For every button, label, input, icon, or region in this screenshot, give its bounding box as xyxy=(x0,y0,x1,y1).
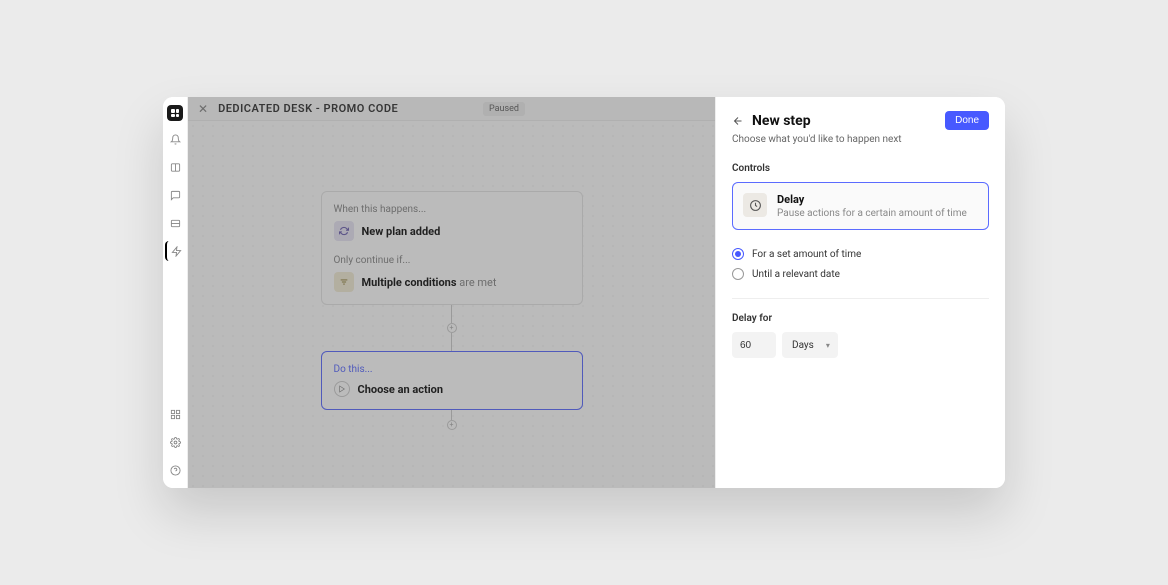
delay-type-radio-group: For a set amount of time Until a relevan… xyxy=(732,248,989,280)
bell-icon[interactable] xyxy=(165,129,185,149)
radio-circle-icon xyxy=(732,268,744,280)
back-arrow-icon[interactable] xyxy=(732,115,744,127)
main-area: ✕ DEDICATED DESK - PROMO CODE Paused Whe… xyxy=(188,97,715,488)
radio-set-amount[interactable]: For a set amount of time xyxy=(732,248,989,260)
chevron-down-icon: ▾ xyxy=(826,341,830,350)
inbox-icon[interactable] xyxy=(165,213,185,233)
side-panel: New step Done Choose what you'd like to … xyxy=(715,97,1005,488)
delay-control-card[interactable]: Delay Pause actions for a certain amount… xyxy=(732,182,989,230)
automation-icon[interactable] xyxy=(165,241,185,261)
radio-label: Until a relevant date xyxy=(752,269,840,280)
chat-icon[interactable] xyxy=(165,185,185,205)
delay-unit-value: Days xyxy=(792,340,814,351)
radio-label: For a set amount of time xyxy=(752,249,861,260)
gear-icon[interactable] xyxy=(165,432,185,452)
left-rail xyxy=(163,97,188,488)
help-icon[interactable] xyxy=(165,460,185,480)
delay-value-input[interactable] xyxy=(732,332,776,358)
apps-icon[interactable] xyxy=(165,404,185,424)
done-button[interactable]: Done xyxy=(945,111,989,130)
delay-desc: Pause actions for a certain amount of ti… xyxy=(777,208,967,219)
divider xyxy=(732,298,989,299)
panel-title: New step xyxy=(752,113,937,129)
book-icon[interactable] xyxy=(165,157,185,177)
radio-relevant-date[interactable]: Until a relevant date xyxy=(732,268,989,280)
delay-for-label: Delay for xyxy=(732,313,989,324)
modal-scrim[interactable] xyxy=(188,97,715,488)
panel-subtitle: Choose what you'd like to happen next xyxy=(732,134,989,145)
clock-icon xyxy=(743,193,767,217)
radio-circle-icon xyxy=(732,248,744,260)
delay-unit-select[interactable]: Days ▾ xyxy=(782,332,838,358)
app-window: ✕ DEDICATED DESK - PROMO CODE Paused Whe… xyxy=(163,97,1005,488)
delay-title: Delay xyxy=(777,193,967,206)
controls-label: Controls xyxy=(732,163,989,174)
app-logo[interactable] xyxy=(167,105,183,121)
